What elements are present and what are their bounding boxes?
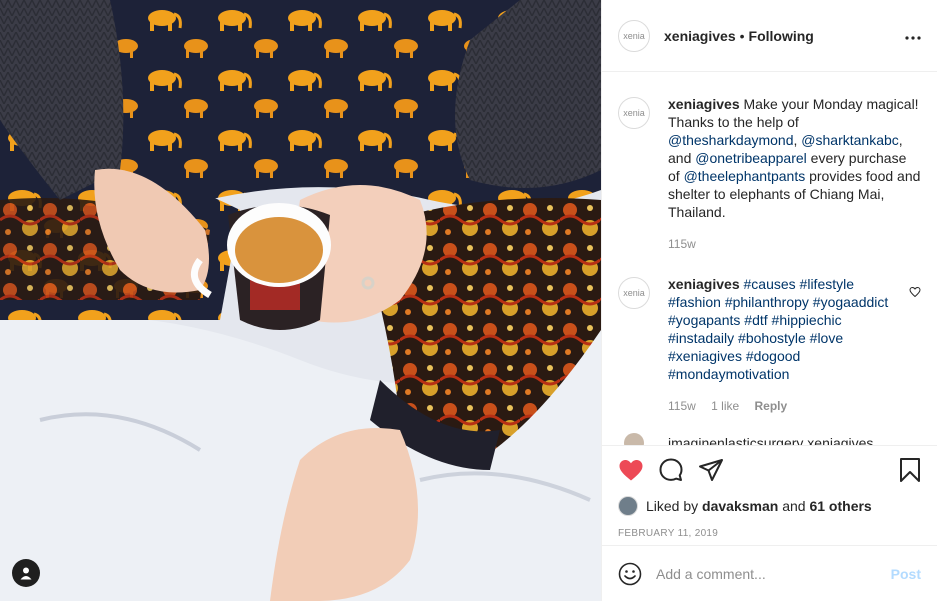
- hashtag-link[interactable]: #yogapants: [668, 312, 740, 328]
- comment-composer: Post: [602, 545, 937, 601]
- mention-link[interactable]: @thesharkdaymond: [668, 132, 794, 148]
- caption-text: xeniagives Make your Monday magical! Tha…: [668, 95, 921, 221]
- hashtag-link[interactable]: #yogaaddict: [813, 294, 889, 310]
- hashtag-link[interactable]: #dtf: [744, 312, 767, 328]
- likes-mid: and: [782, 498, 806, 514]
- mention-link[interactable]: @sharktankabc: [801, 132, 898, 148]
- comment-button[interactable]: [658, 450, 698, 490]
- post-actions: Liked by davaksman and 61 others FEBRUAR…: [602, 445, 937, 545]
- comment-input[interactable]: [656, 565, 891, 582]
- mention-link[interactable]: @onetribeapparel: [695, 150, 807, 166]
- comment-text: xeniagives #causes #lifestyle #fashion #…: [668, 275, 899, 383]
- hashtag-link[interactable]: #philanthropy: [725, 294, 809, 310]
- next-comment-text: imaginenlasticsurgery xeniagives: [668, 435, 874, 445]
- reply-button[interactable]: Reply: [755, 399, 788, 413]
- hashtag-link[interactable]: #lifestyle: [800, 276, 854, 292]
- hashtag-link[interactable]: #dogood: [746, 348, 801, 364]
- likes-prefix: Liked by: [646, 498, 699, 514]
- mention-link[interactable]: @theelephantpants: [684, 168, 806, 184]
- hashtag-link[interactable]: #xeniagives: [668, 348, 742, 364]
- post-details-panel: xenia xeniagives • Following xenia xenia…: [601, 0, 937, 601]
- post-comment-button[interactable]: Post: [891, 566, 921, 582]
- post-date[interactable]: FEBRUARY 11, 2019: [618, 528, 921, 539]
- more-options-button[interactable]: [905, 27, 921, 45]
- action-buttons-row: [618, 446, 921, 494]
- comment-like-button[interactable]: [909, 285, 921, 303]
- share-button[interactable]: [698, 450, 738, 490]
- caption-body: xeniagives Make your Monday magical! Tha…: [668, 95, 921, 253]
- likes-others-link[interactable]: 61 others: [809, 498, 871, 514]
- heart-icon: [619, 460, 643, 481]
- likes-summary: Liked by davaksman and 61 others: [618, 496, 921, 516]
- user-silhouette-icon: [20, 567, 32, 580]
- heart-outline-icon: [909, 286, 921, 298]
- paper-plane-icon: [699, 459, 723, 481]
- comment-username-link[interactable]: xeniagives: [668, 276, 740, 292]
- comment-body: xeniagives #causes #lifestyle #fashion #…: [668, 275, 921, 415]
- commenter-avatar[interactable]: [624, 433, 644, 445]
- ellipsis-icon: [905, 35, 921, 40]
- caption-meta: 115w: [668, 235, 921, 253]
- tagged-users-button[interactable]: [12, 559, 40, 587]
- comments-list[interactable]: xenia xeniagives Make your Monday magica…: [602, 73, 937, 445]
- post-photo[interactable]: [0, 0, 601, 601]
- hashtag-link[interactable]: #instadaily: [668, 330, 734, 346]
- next-comment-peek: imaginenlasticsurgery xeniagives: [618, 433, 921, 445]
- comment-like-count[interactable]: 1 like: [711, 399, 739, 413]
- liker-username-link[interactable]: davaksman: [702, 498, 778, 514]
- photo-illustration: [0, 0, 601, 601]
- like-button[interactable]: [618, 450, 658, 490]
- post-header: xenia xeniagives • Following: [602, 0, 937, 72]
- hashtag-link[interactable]: #mondaymotivation: [668, 366, 789, 382]
- hashtag-link[interactable]: #love: [810, 330, 843, 346]
- author-username-link[interactable]: xeniagives: [664, 28, 736, 44]
- caption: xenia xeniagives Make your Monday magica…: [618, 95, 921, 253]
- hashtag-link[interactable]: #causes: [744, 276, 796, 292]
- caption-username-link[interactable]: xeniagives: [668, 96, 740, 112]
- hashtag-link[interactable]: #bohostyle: [738, 330, 806, 346]
- comment-timestamp[interactable]: 115w: [668, 399, 696, 413]
- comment-meta: 115w 1 like Reply: [668, 397, 899, 415]
- caption-timestamp[interactable]: 115w: [668, 237, 696, 251]
- bookmark-icon: [900, 458, 920, 482]
- author-avatar[interactable]: xenia: [618, 19, 650, 52]
- caption-avatar[interactable]: xenia: [618, 97, 650, 129]
- comment-avatar[interactable]: xenia: [618, 277, 650, 309]
- header-separator: •: [739, 27, 745, 44]
- emoji-button[interactable]: [618, 562, 642, 586]
- comment: xenia xeniagives #causes #lifestyle #fas…: [618, 275, 921, 415]
- save-button[interactable]: [881, 450, 921, 490]
- hashtag-link[interactable]: #hippiechic: [772, 312, 842, 328]
- following-button[interactable]: Following: [749, 28, 814, 44]
- hashtag-link[interactable]: #fashion: [668, 294, 721, 310]
- liker-avatar[interactable]: [618, 496, 638, 516]
- smiley-icon: [618, 562, 642, 585]
- comment-bubble-icon: [659, 458, 683, 481]
